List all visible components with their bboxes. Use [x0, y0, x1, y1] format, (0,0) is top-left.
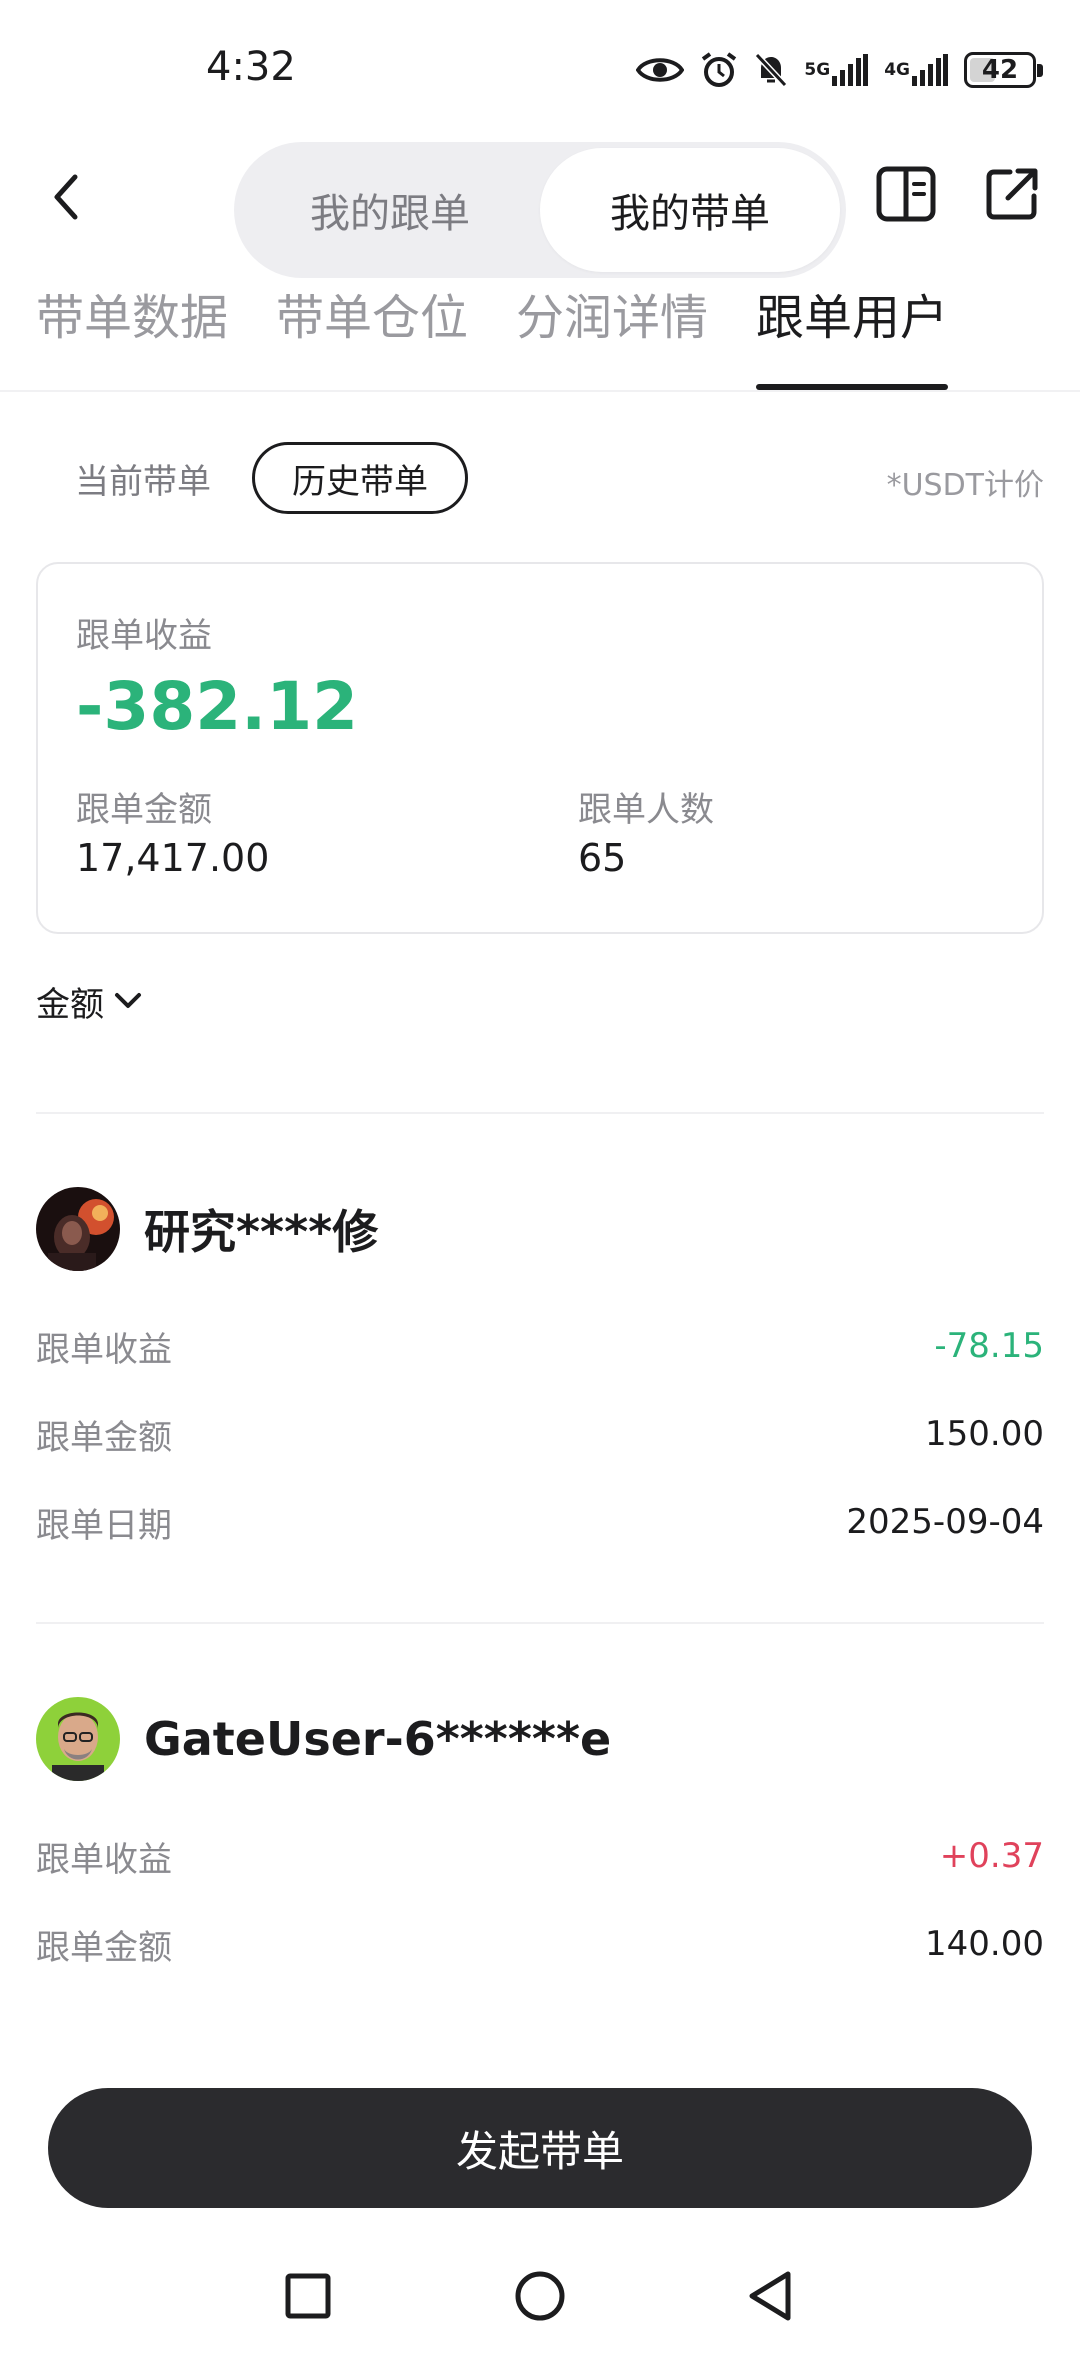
- row-value: +0.37: [939, 1836, 1044, 1876]
- avatar: [36, 1187, 120, 1271]
- recents-button[interactable]: [268, 2256, 348, 2336]
- amount-value: 17,417.00: [76, 836, 270, 880]
- triangle-back-icon: [749, 2271, 791, 2321]
- row-value: 150.00: [925, 1414, 1044, 1454]
- sort-label: 金额: [36, 984, 104, 1025]
- status-time: 4:32: [206, 44, 296, 90]
- home-button[interactable]: [500, 2256, 580, 2336]
- amount-row: 跟单金额 150.00: [36, 1404, 1044, 1464]
- circle-icon: [515, 2271, 565, 2321]
- battery-icon: 42: [964, 52, 1043, 88]
- row-value: 140.00: [925, 1924, 1044, 1964]
- header: 我的跟单 我的带单: [0, 140, 1080, 280]
- sort-dropdown[interactable]: 金额: [36, 976, 142, 1026]
- tab-profit-share[interactable]: 分润详情: [516, 280, 708, 392]
- date-row: 跟单日期 2025-09-04: [36, 1492, 1044, 1552]
- row-label: 跟单日期: [36, 1505, 172, 1546]
- segment-my-follow[interactable]: 我的跟单: [234, 142, 546, 278]
- row-label: 跟单金额: [36, 1417, 172, 1458]
- book-button[interactable]: [872, 160, 940, 228]
- share-icon: [986, 168, 1038, 220]
- summary-card: 跟单收益 -382.12 跟单金额 17,417.00 跟单人数 65: [36, 562, 1044, 934]
- divider: [36, 1622, 1044, 1624]
- segment-control: 我的跟单 我的带单: [234, 142, 846, 278]
- profit-row: 跟单收益 +0.37: [36, 1826, 1044, 1886]
- segment-my-lead[interactable]: 我的带单: [540, 148, 840, 272]
- filter-current[interactable]: 当前带单: [58, 442, 228, 514]
- mute-icon: [754, 52, 788, 88]
- avatar: [36, 1697, 120, 1781]
- network-4g-label: 4G: [884, 60, 910, 80]
- count-label: 跟单人数: [578, 790, 714, 830]
- follower-name: 研究****修: [144, 1205, 379, 1259]
- row-label: 跟单收益: [36, 1839, 172, 1880]
- eye-icon: [636, 53, 685, 87]
- status-bar: 4:32 5G 4G 42: [0, 0, 1080, 140]
- back-button[interactable]: [36, 162, 96, 232]
- row-label: 跟单金额: [36, 1927, 172, 1968]
- battery-level: 42: [981, 55, 1019, 85]
- profit-value: -382.12: [76, 668, 359, 745]
- filter-history[interactable]: 历史带单: [252, 442, 468, 514]
- tab-lead-data[interactable]: 带单数据: [36, 280, 228, 392]
- profit-label: 跟单收益: [76, 616, 212, 656]
- filter-row: 当前带单 历史带单 *USDT计价: [0, 440, 1080, 516]
- signal-icon: 5G: [804, 54, 869, 86]
- chevron-down-icon: [115, 993, 141, 1008]
- follower-header: GateUser-6******e: [36, 1696, 611, 1782]
- book-icon: [876, 166, 936, 222]
- count-value: 65: [578, 836, 627, 880]
- profit-row: 跟单收益 -78.15: [36, 1316, 1044, 1376]
- system-nav-bar: [0, 2220, 1080, 2376]
- network-5g-label: 5G: [804, 60, 831, 80]
- alarm-icon: [700, 51, 738, 89]
- amount-row: 跟单金额 140.00: [36, 1914, 1044, 1974]
- share-button[interactable]: [978, 160, 1046, 228]
- row-label: 跟单收益: [36, 1329, 172, 1370]
- back-icon: [54, 174, 78, 220]
- currency-note: *USDT计价: [886, 468, 1044, 503]
- status-icons: 5G 4G 42: [636, 46, 1043, 94]
- follower-header: 研究****修: [36, 1186, 378, 1272]
- divider: [36, 1112, 1044, 1114]
- start-lead-button[interactable]: 发起带单: [48, 2088, 1032, 2208]
- follower-name: GateUser-6******e: [144, 1712, 612, 1766]
- signal-icon: 4G: [884, 54, 948, 86]
- back-nav-button[interactable]: [730, 2256, 810, 2336]
- tab-followers[interactable]: 跟单用户: [756, 280, 948, 392]
- square-icon: [285, 2273, 331, 2319]
- tab-underline: [756, 384, 948, 390]
- amount-label: 跟单金额: [76, 790, 212, 830]
- bottom-action-bar: 发起带单: [0, 2020, 1080, 2220]
- row-value: -78.15: [934, 1326, 1044, 1366]
- tab-lead-positions[interactable]: 带单仓位: [276, 280, 468, 392]
- row-value: 2025-09-04: [846, 1502, 1044, 1542]
- tab-bar: 带单数据 带单仓位 分润详情 跟单用户: [0, 280, 1080, 392]
